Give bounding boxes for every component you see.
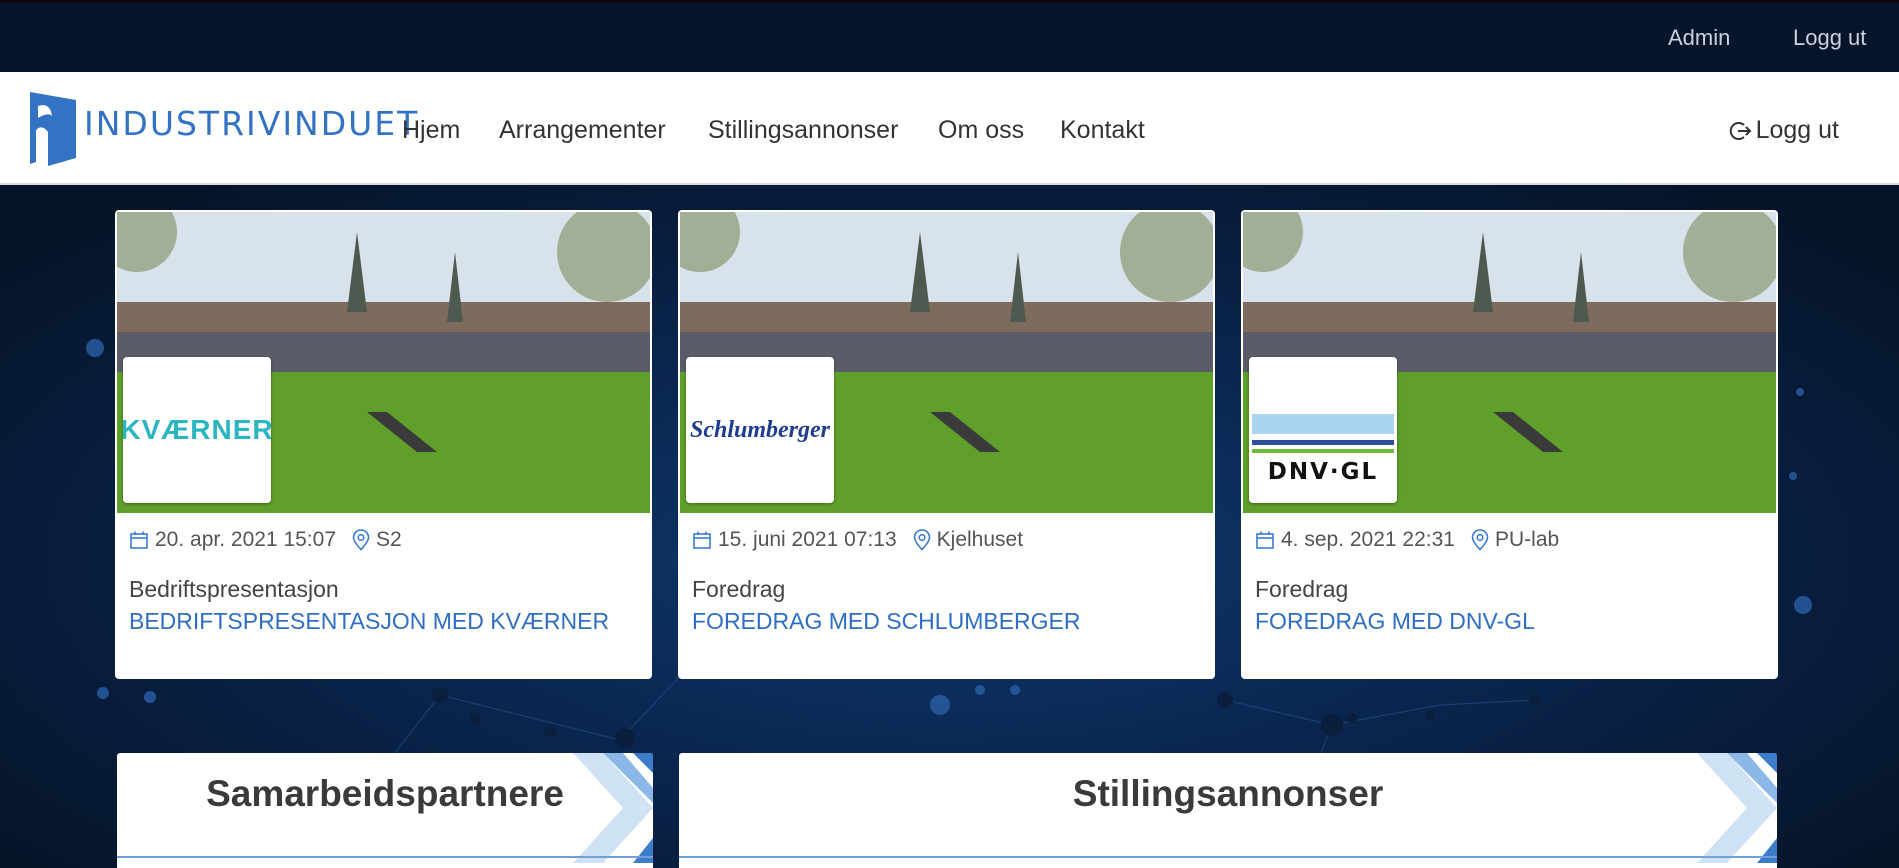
event-card[interactable]: Schlumberger 15. juni 2021 07:13 Kjelhus…: [678, 210, 1215, 679]
event-title-link[interactable]: FOREDRAG MED SCHLUMBERGER: [692, 608, 1080, 635]
nav-item-arrangementer[interactable]: Arrangementer: [499, 116, 666, 145]
brand-name: INDUSTRIVINDUET: [84, 104, 420, 143]
map-pin-icon: [1471, 529, 1489, 551]
dnv-stripe-dark: [1252, 440, 1394, 445]
nav-item-stillingsannonser[interactable]: Stillingsannonser: [708, 116, 898, 145]
dnv-stripe-light: [1252, 414, 1394, 434]
company-logo-kvaerner: KVÆRNER: [123, 357, 271, 503]
divider: [117, 856, 653, 858]
brand-logo[interactable]: INDUSTRIVINDUET: [28, 88, 417, 168]
dnv-stripe-green: [1252, 449, 1394, 453]
calendar-icon: [1256, 531, 1274, 549]
event-type: Foredrag: [1255, 576, 1349, 602]
event-title-link[interactable]: FOREDRAG MED DNV-GL: [1255, 608, 1535, 635]
company-logo-dnv-gl: DNV·GL: [1249, 357, 1397, 503]
event-location: PU-lab: [1494, 528, 1560, 551]
jobs-title: Stillingsannonser: [1072, 773, 1384, 814]
event-location: Kjelhuset: [936, 528, 1024, 551]
main-navbar: INDUSTRIVINDUET Hjem Arrangementer Still…: [0, 72, 1899, 185]
nav-item-kontakt[interactable]: Kontakt: [1060, 116, 1145, 145]
partners-panel: Samarbeidspartnere: [117, 753, 653, 868]
brand-logo-mark-icon: [30, 92, 76, 166]
map-pin-icon: [913, 529, 930, 551]
event-date: 15. juni 2021 07:13: [718, 528, 897, 551]
nav-logout-button[interactable]: Logg ut: [1728, 116, 1839, 145]
event-card[interactable]: DNV·GL 4. sep. 2021 22:31 PU-lab Foredra…: [1241, 210, 1778, 679]
top-bar: Admin Logg ut: [0, 0, 1899, 72]
event-date: 4. sep. 2021 22:31: [1281, 528, 1455, 551]
event-date: 20. apr. 2021 15:07: [155, 528, 336, 551]
top-logout-link[interactable]: Logg ut: [1793, 25, 1866, 51]
calendar-icon: [693, 531, 711, 549]
divider: [679, 856, 1777, 858]
nav-item-om-oss[interactable]: Om oss: [938, 116, 1024, 145]
map-pin-icon: [352, 529, 370, 551]
event-meta: 15. juni 2021 07:13 Kjelhuset: [692, 528, 1023, 552]
nav-logout-label: Logg ut: [1755, 116, 1839, 144]
nav-item-hjem[interactable]: Hjem: [402, 116, 460, 145]
company-logo-schlumberger: Schlumberger: [686, 357, 834, 503]
event-title-link[interactable]: BEDRIFTSPRESENTASJON MED KVÆRNER: [129, 608, 609, 635]
event-type: Foredrag: [692, 576, 786, 602]
calendar-icon: [130, 531, 148, 549]
event-location: S2: [376, 528, 402, 551]
logout-icon: [1729, 121, 1751, 140]
event-meta: 20. apr. 2021 15:07 S2: [129, 528, 402, 552]
event-card[interactable]: KVÆRNER 20. apr. 2021 15:07 S2 Bedriftsp…: [115, 210, 652, 679]
jobs-panel: Stillingsannonser: [679, 753, 1777, 868]
admin-link[interactable]: Admin: [1668, 25, 1730, 51]
event-type: Bedriftspresentasjon: [129, 576, 339, 602]
partners-title: Samarbeidspartnere: [206, 773, 564, 814]
event-meta: 4. sep. 2021 22:31 PU-lab: [1255, 528, 1559, 552]
